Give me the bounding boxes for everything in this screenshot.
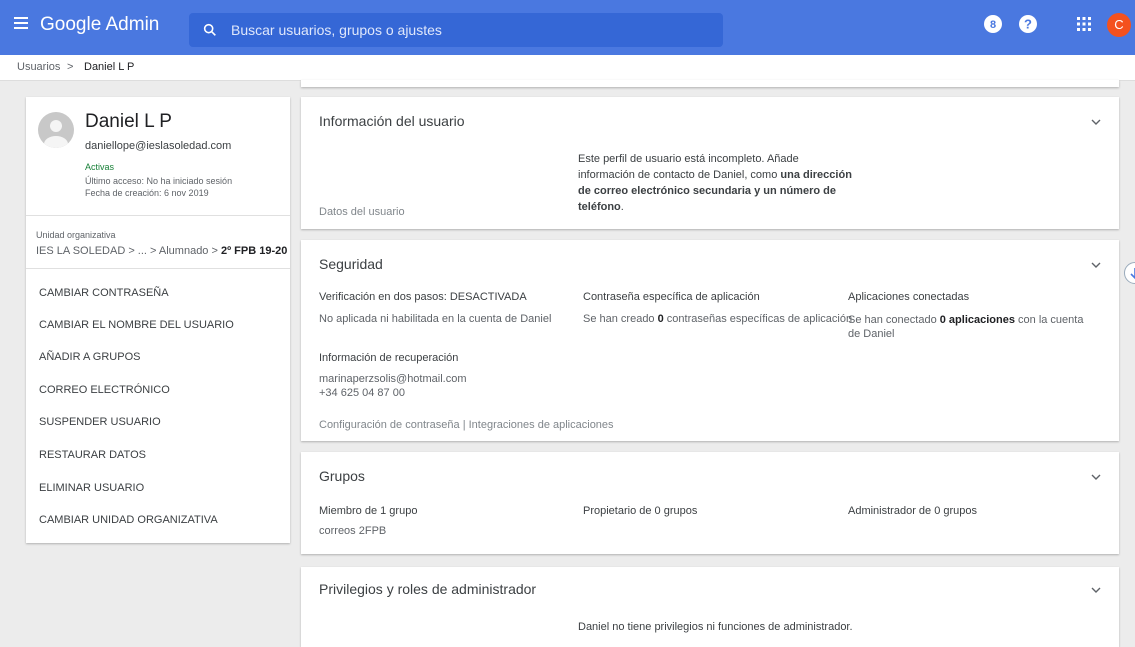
previous-card-edge bbox=[301, 80, 1119, 87]
two-step-title: Verificación en dos pasos: DESACTIVADA bbox=[319, 291, 527, 303]
breadcrumb-users-link[interactable]: Usuarios bbox=[17, 55, 60, 79]
connected-apps-title: Aplicaciones conectadas bbox=[848, 291, 970, 303]
floating-scroll-button[interactable] bbox=[1124, 262, 1135, 284]
recovery-phone: +34 625 04 87 00 bbox=[319, 387, 405, 399]
card-title[interactable]: Información del usuario bbox=[319, 113, 465, 129]
org-unit-label: Unidad organizativa bbox=[36, 230, 116, 240]
change-password-action[interactable]: CAMBIAR CONTRASEÑA bbox=[39, 287, 169, 299]
security-card: Seguridad Verificación en dos pasos: DES… bbox=[301, 240, 1119, 441]
suspend-user-action[interactable]: SUSPENDER USUARIO bbox=[39, 416, 161, 428]
divider bbox=[26, 215, 290, 216]
creation-date: Fecha de creación: 6 nov 2019 bbox=[85, 188, 209, 198]
chevron-down-icon[interactable] bbox=[1091, 587, 1101, 593]
admin-roles-card: Privilegios y roles de administrador Dan… bbox=[301, 567, 1119, 647]
last-access: Último acceso: No ha iniciado sesión bbox=[85, 176, 233, 186]
search-icon[interactable] bbox=[202, 22, 218, 38]
card-title[interactable]: Privilegios y roles de administrador bbox=[319, 581, 536, 597]
arrow-down-icon bbox=[1130, 268, 1135, 280]
org-unit-path[interactable]: IES LA SOLEDAD > ... > Alumnado > 2º FPB… bbox=[36, 245, 287, 257]
person-icon bbox=[44, 120, 68, 148]
account-avatar[interactable]: C bbox=[1107, 13, 1131, 37]
apps-grid-icon[interactable] bbox=[1074, 14, 1094, 34]
two-step-desc: No aplicada ni habilitada en la cuenta d… bbox=[319, 313, 552, 325]
divider bbox=[26, 268, 290, 269]
recovery-email: marinaperzsolis@hotmail.com bbox=[319, 373, 467, 385]
user-summary-card: Daniel L P daniellope@ieslasoledad.com A… bbox=[26, 97, 290, 543]
breadcrumb: Usuarios > Daniel L P bbox=[0, 55, 1135, 81]
svg-text:?: ? bbox=[1024, 17, 1032, 32]
app-password-title: Contraseña específica de aplicación bbox=[583, 291, 760, 303]
svg-text:8: 8 bbox=[990, 19, 996, 31]
member-groups-title[interactable]: Miembro de 1 grupo bbox=[319, 505, 417, 517]
email-action[interactable]: CORREO ELECTRÓNICO bbox=[39, 384, 170, 396]
help-icon[interactable]: ? bbox=[1018, 14, 1038, 34]
connected-apps-count: 0 aplicaciones bbox=[939, 314, 1015, 326]
top-app-bar: Google Admin 8 ? C bbox=[0, 0, 1135, 55]
chevron-down-icon[interactable] bbox=[1091, 262, 1101, 268]
org-unit-path-prefix: IES LA SOLEDAD > ... > Alumnado > bbox=[36, 245, 221, 257]
user-data-link[interactable]: Datos del usuario bbox=[319, 206, 405, 218]
two-step-status: DESACTIVADA bbox=[449, 291, 527, 303]
recovery-title: Información de recuperación bbox=[319, 352, 459, 364]
message-end: . bbox=[620, 201, 624, 213]
breadcrumb-current: Daniel L P bbox=[84, 61, 135, 73]
search-input[interactable] bbox=[231, 13, 691, 47]
add-to-groups-action[interactable]: AÑADIR A GRUPOS bbox=[39, 351, 140, 363]
user-name: Daniel L P bbox=[85, 111, 172, 132]
user-info-card: Información del usuario Este perfil de u… bbox=[301, 97, 1119, 229]
org-unit-current: 2º FPB 19-20 bbox=[220, 245, 288, 257]
user-email: daniellope@ieslasoledad.com bbox=[85, 140, 232, 152]
delete-user-action[interactable]: ELIMINAR USUARIO bbox=[39, 482, 144, 494]
admin-groups-title: Administrador de 0 grupos bbox=[848, 505, 978, 517]
search-bar[interactable] bbox=[189, 13, 723, 47]
restore-data-action[interactable]: RESTAURAR DATOS bbox=[39, 449, 146, 461]
connected-apps-desc: Se han conectado 0 aplicaciones con la c… bbox=[848, 313, 1093, 341]
connected-desc-1: Se han conectado bbox=[848, 314, 940, 326]
app-password-desc-1: Se han creado bbox=[583, 313, 658, 325]
app-password-desc: Se han creado 0 contraseñas específicas … bbox=[583, 313, 852, 325]
message-text: Este perfil de usuario está incompleto. … bbox=[578, 153, 799, 181]
app-title[interactable]: Google Admin bbox=[40, 14, 159, 36]
rename-user-action[interactable]: CAMBIAR EL NOMBRE DEL USUARIO bbox=[39, 319, 234, 331]
password-settings-link[interactable]: Configuración de contraseña | Integracio… bbox=[319, 419, 614, 431]
two-step-label: Verificación en dos pasos: bbox=[319, 291, 450, 303]
card-title[interactable]: Seguridad bbox=[319, 256, 383, 272]
user-avatar bbox=[38, 112, 74, 148]
card-title[interactable]: Grupos bbox=[319, 468, 365, 484]
owner-groups-title: Propietario de 0 grupos bbox=[583, 505, 698, 517]
incomplete-profile-message: Este perfil de usuario está incompleto. … bbox=[578, 151, 858, 215]
change-org-unit-action[interactable]: CAMBIAR UNIDAD ORGANIZATIVA bbox=[39, 514, 218, 526]
groups-card: Grupos Miembro de 1 grupo correos 2FPB P… bbox=[301, 452, 1119, 554]
chevron-down-icon[interactable] bbox=[1091, 119, 1101, 125]
member-group-name[interactable]: correos 2FPB bbox=[319, 525, 386, 537]
admin-roles-message: Daniel no tiene privilegios ni funciones… bbox=[578, 621, 853, 633]
user-status: Activas bbox=[85, 162, 115, 172]
app-password-desc-2: contraseñas específicas de aplicación bbox=[663, 313, 853, 325]
breadcrumb-separator: > bbox=[67, 61, 74, 73]
hamburger-menu-icon[interactable] bbox=[14, 17, 28, 29]
chevron-down-icon[interactable] bbox=[1091, 474, 1101, 480]
counter-badge-icon[interactable]: 8 bbox=[983, 14, 1003, 34]
